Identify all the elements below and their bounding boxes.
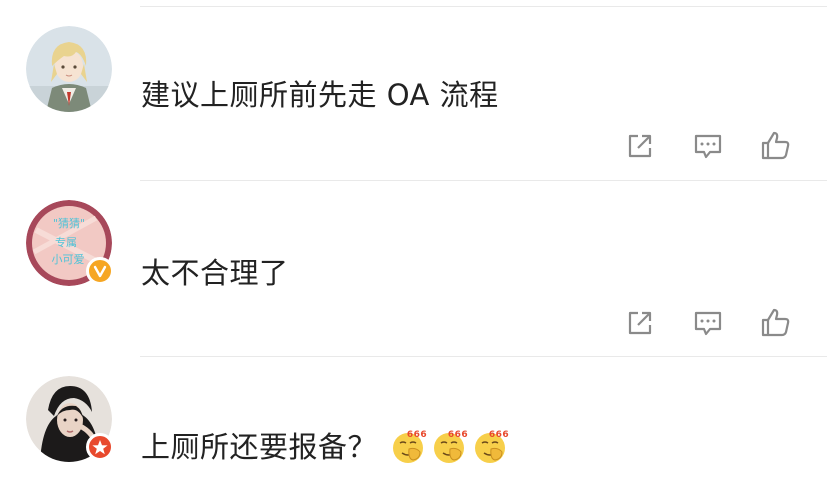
sticker-text-line: "猜猜" — [53, 217, 85, 230]
like-icon — [761, 308, 790, 337]
comment-text-body: 上厕所还要报备？ — [141, 430, 378, 464]
avatar[interactable] — [26, 26, 112, 112]
share-button[interactable] — [622, 128, 658, 164]
share-button[interactable] — [622, 305, 658, 341]
comment-button[interactable] — [690, 128, 726, 164]
emoji-label: 666 — [448, 430, 468, 440]
comment-text: 太不合理了 — [141, 256, 289, 290]
star-badge — [86, 433, 114, 461]
like-button[interactable] — [757, 128, 793, 164]
comment-divider — [140, 356, 827, 357]
top-divider — [140, 6, 827, 7]
anime-character-avatar-icon — [26, 26, 112, 112]
comment-actions — [622, 128, 797, 164]
share-icon — [628, 134, 652, 158]
emoji-label: 666 — [489, 430, 509, 440]
comment-text: 上厕所还要报备？ 666 666 666 — [141, 424, 510, 468]
comment-icon — [694, 311, 722, 336]
666-emoji-icon: 666 — [472, 427, 510, 465]
share-icon — [628, 311, 652, 335]
sticker-text-line: 专属 — [55, 235, 77, 249]
sticker-text-line: 小可爱 — [52, 253, 85, 266]
star-icon — [92, 440, 108, 455]
verified-v-icon — [93, 265, 107, 278]
verified-badge — [86, 257, 114, 285]
like-icon — [761, 131, 790, 160]
comment-button[interactable] — [690, 305, 726, 341]
comment-text: 建议上厕所前先走 OA 流程 — [141, 78, 499, 112]
like-button[interactable] — [757, 305, 793, 341]
emoji-label: 666 — [407, 430, 427, 440]
666-emoji-icon: 666 — [431, 427, 469, 465]
666-emoji-icon: 666 — [390, 427, 428, 465]
comment-actions — [622, 305, 797, 341]
comment-divider — [140, 180, 827, 181]
comment-icon — [694, 134, 722, 159]
